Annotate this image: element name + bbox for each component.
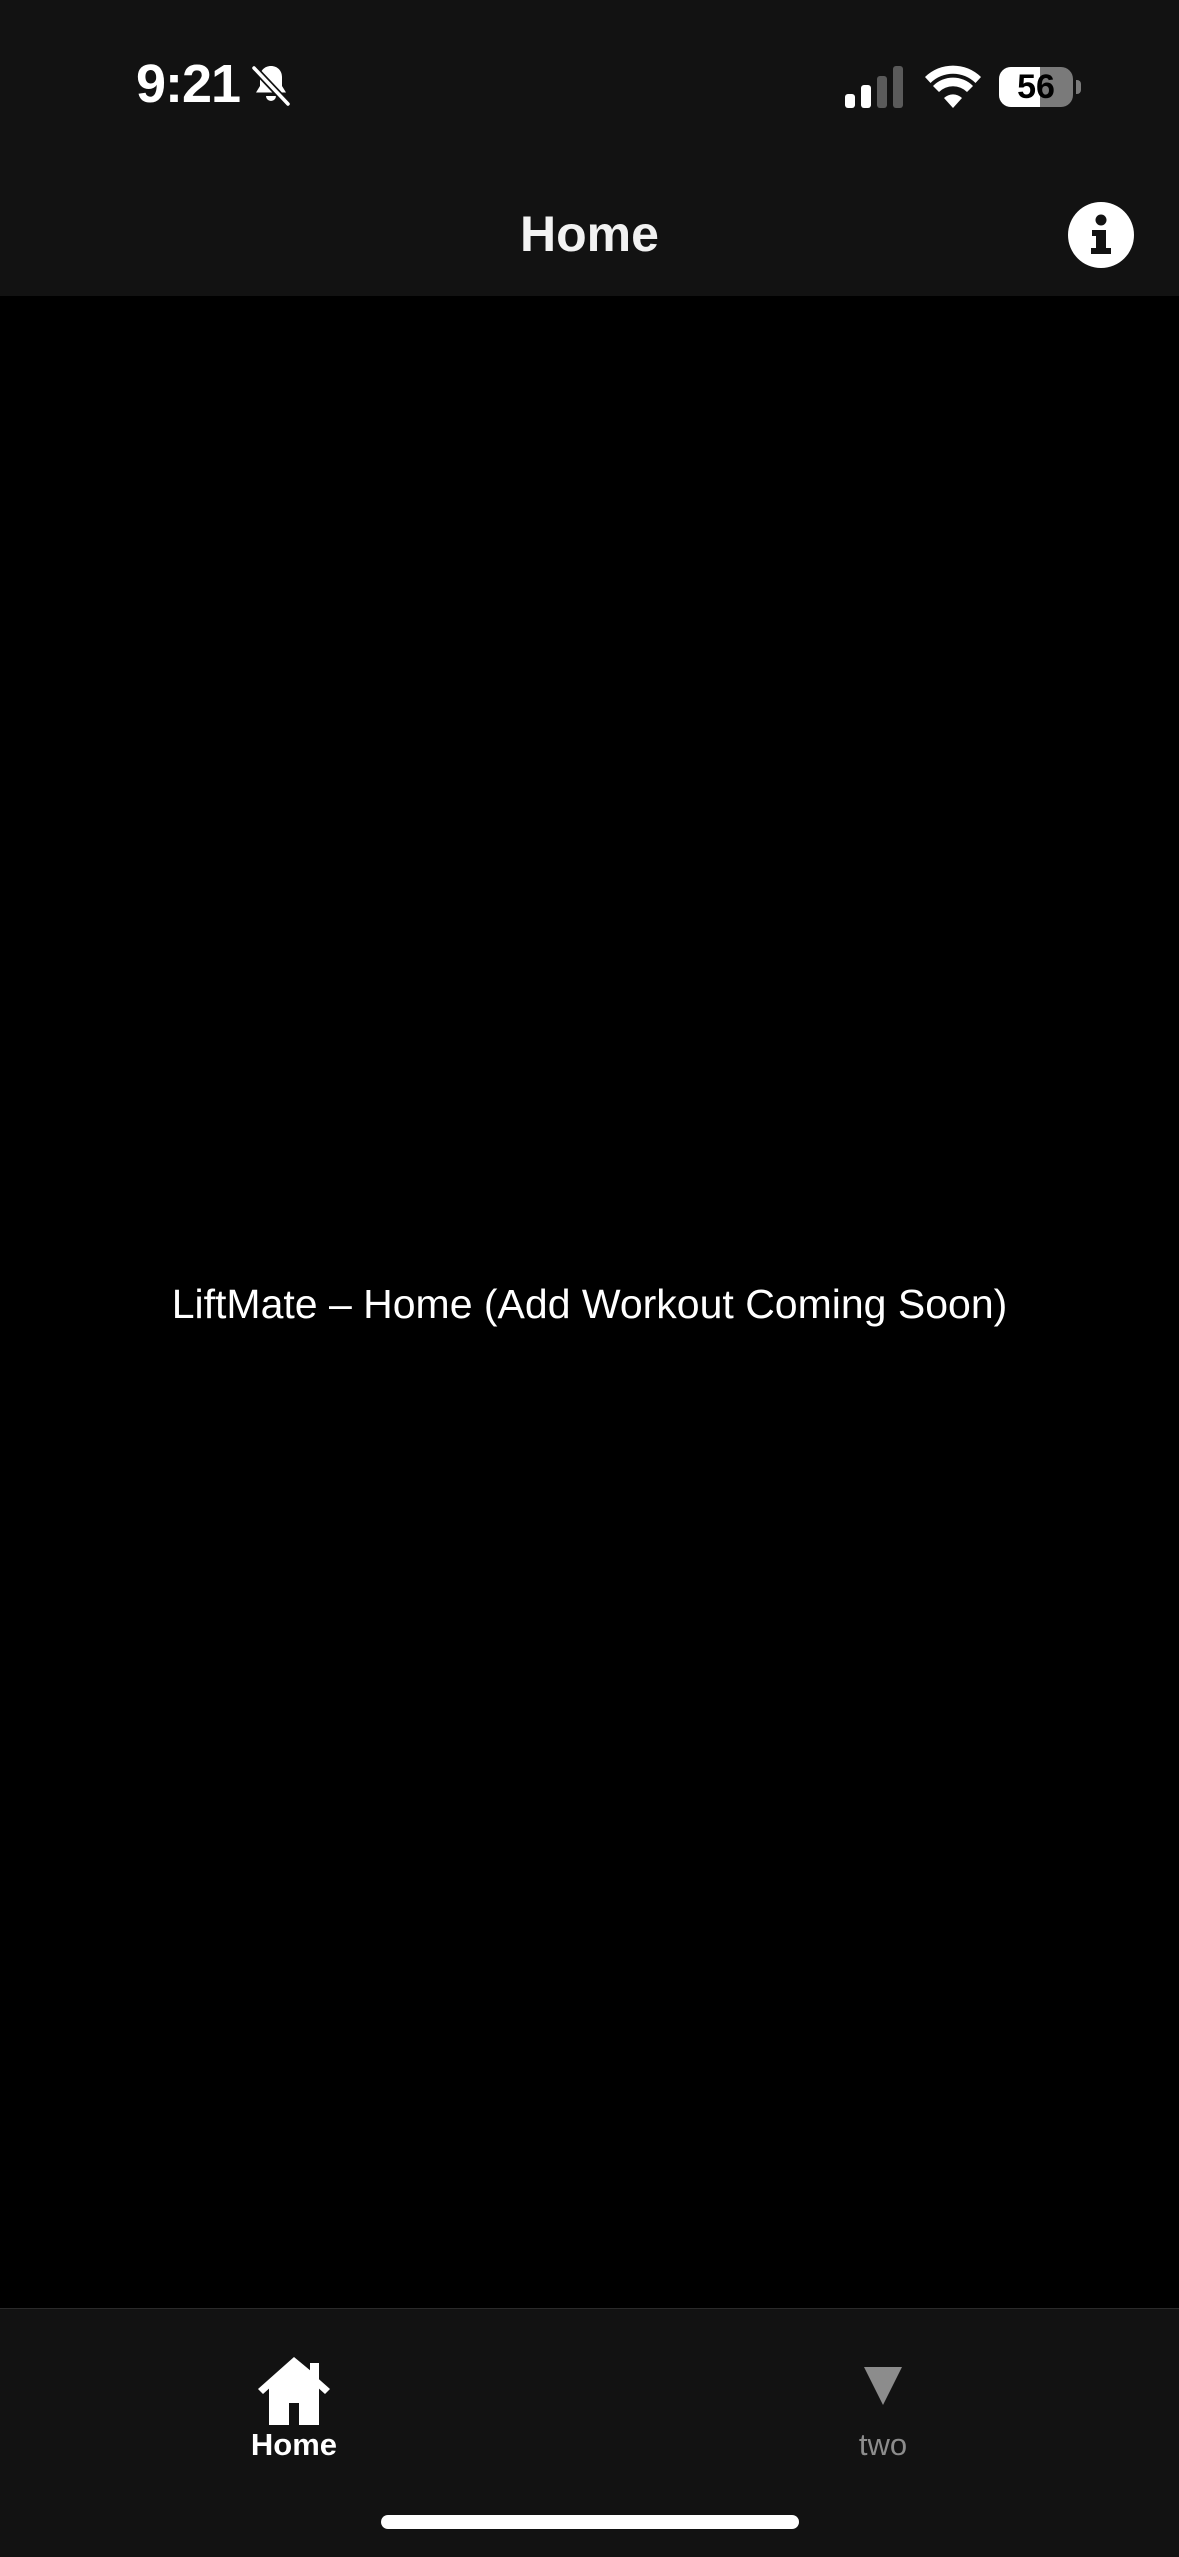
status-time: 9:21: [136, 54, 241, 114]
home-indicator: [381, 2515, 799, 2529]
main-content: LiftMate – Home (Add Workout Coming Soon…: [0, 296, 1179, 2308]
tab-home-label: Home: [250, 2427, 338, 2462]
triangle-down-icon: [864, 2367, 902, 2405]
house-icon: [258, 2357, 330, 2425]
status-bar: 9:21 56: [0, 0, 1179, 150]
bell-slash-icon: [251, 65, 291, 107]
battery-level: 56: [1017, 68, 1055, 106]
page-title: Home: [520, 206, 659, 262]
info-button[interactable]: [1068, 202, 1134, 268]
nav-header: Home: [0, 150, 1179, 296]
tab-two[interactable]: two: [733, 2329, 1033, 2462]
info-icon: [1091, 214, 1111, 254]
wifi-icon: [925, 65, 981, 108]
cellular-signal-icon: [845, 66, 903, 108]
tab-home[interactable]: Home: [144, 2329, 444, 2462]
placeholder-message: LiftMate – Home (Add Workout Coming Soon…: [171, 1281, 1008, 1327]
battery-indicator: 56: [999, 67, 1081, 107]
tab-two-label: two: [858, 2427, 908, 2462]
